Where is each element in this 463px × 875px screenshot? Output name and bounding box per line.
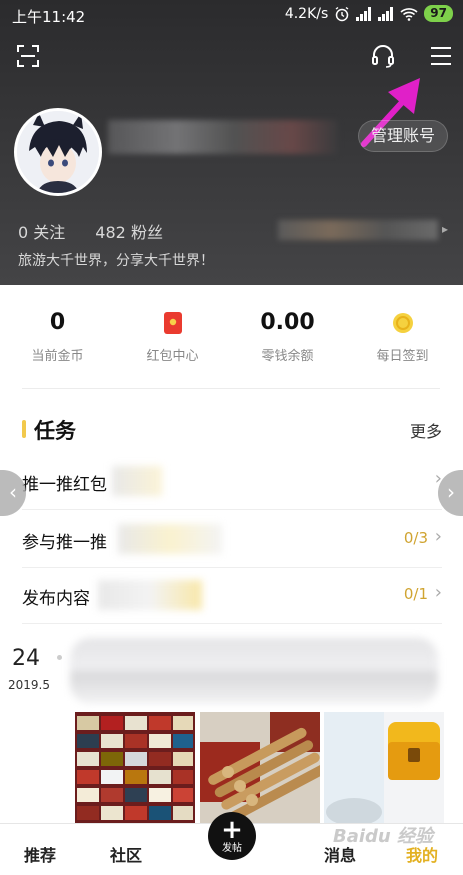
network-speed: 4.2K/s [284,5,329,22]
wallet-row: 0 当前金币 红包中心 0.00 零钱余额 每日签到 [0,305,463,380]
red-envelope-label: 红包中心 [146,349,199,364]
coins-value: 0 [49,310,66,335]
fans-stat[interactable]: 482 粉丝 [95,219,163,243]
wifi-icon [400,7,418,21]
feed-date-year-month: 2019.5 [8,678,50,692]
post-thumbnail[interactable] [324,712,444,824]
post-button[interactable]: + 发帖 [208,812,256,860]
profile-bio: 旅游大千世界，分享大千世界！ [18,253,214,269]
fans-count: 482 [95,223,126,242]
nav-community[interactable]: 社区 [110,842,142,866]
username-blurred [108,120,338,154]
task-row[interactable]: 推一推红包 › [22,452,442,510]
task-row[interactable]: 参与推一推 0/3 › [22,510,442,568]
coins-label: 当前金币 [31,349,84,364]
following-count: 0 [18,223,29,242]
post-thumbnail[interactable] [75,712,195,824]
task-name: 发布内容 [22,589,90,609]
task-row[interactable]: 发布内容 0/1 › [22,566,442,624]
fans-label: 粉丝 [130,223,163,242]
coin-icon [392,313,413,333]
task-progress: 0/3 [403,529,428,547]
customer-service-icon[interactable] [370,43,396,69]
status-time: 上午11:42 [12,8,86,26]
alarm-icon [335,6,349,21]
timeline-dot [57,655,62,660]
plus-icon: + [221,815,243,845]
chevron-right-icon: › [434,526,442,547]
blurred-content [98,580,202,610]
daily-checkin-label: 每日签到 [376,349,429,364]
feed-date-day: 24 [12,646,40,671]
post-button-label: 发帖 [222,843,242,854]
battery-indicator: 97 [424,5,453,22]
nav-recommend[interactable]: 推荐 [24,842,56,866]
status-bar: 上午11:42 4.2K/s 97 [0,0,463,30]
red-envelope-icon [163,312,182,334]
post-thumbnail[interactable] [200,712,320,824]
avatar[interactable] [14,108,102,196]
signal-hd-icon [378,6,394,21]
blurred-post-text [70,638,438,704]
following-stat[interactable]: 0 关注 [18,219,65,243]
following-label: 关注 [33,223,66,242]
blurred-info [278,220,438,240]
task-name: 推一推红包 [22,475,107,495]
scan-icon[interactable] [16,44,40,68]
profile-stats: 0 关注 482 粉丝 [18,219,163,243]
menu-icon[interactable] [428,44,454,68]
daily-checkin-cell[interactable]: 每日签到 [345,305,460,380]
divider [22,388,440,389]
red-envelope-cell[interactable]: 红包中心 [115,305,230,380]
coins-cell[interactable]: 0 当前金币 [0,305,115,380]
chevron-right-icon: › [434,582,442,603]
balance-label: 零钱余额 [261,349,314,364]
balance-cell[interactable]: 0.00 零钱余额 [230,305,345,380]
balance-value: 0.00 [260,310,315,335]
manage-account-button[interactable]: 管理账号 [358,120,449,152]
task-title: 任务 [34,419,76,443]
more-link[interactable]: 更多 [410,418,442,442]
blurred-content [118,524,222,554]
task-progress: 0/1 [403,585,428,603]
task-accent-bar [22,420,26,438]
task-header: 任务 更多 [22,414,442,444]
watermark: Baidu 经验 [333,826,434,847]
blurred-content [112,466,162,496]
signal-icon [356,6,372,21]
task-name: 参与推一推 [22,533,107,553]
chevron-right-icon[interactable]: ▸ [442,222,448,236]
